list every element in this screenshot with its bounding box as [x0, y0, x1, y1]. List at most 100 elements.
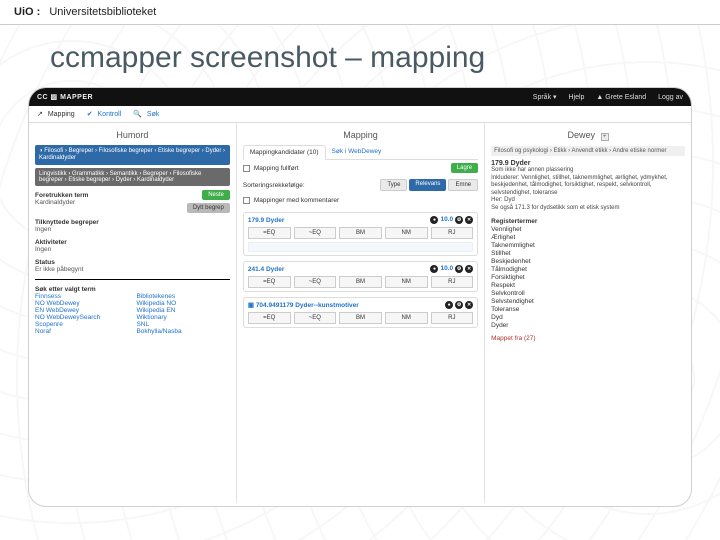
ext-link[interactable]: Wikipedia NO	[136, 300, 176, 307]
reg-term[interactable]: Respekt	[491, 281, 685, 289]
reg-term[interactable]: Taknemmlighet	[491, 241, 685, 249]
uio-brand: UiO :	[14, 6, 40, 18]
search-icon: 🔍	[133, 111, 142, 118]
gear-icon[interactable]: ⚙	[455, 216, 463, 224]
mapping-heading: Mapping	[243, 127, 478, 145]
rel-bm[interactable]: BM	[339, 227, 382, 239]
rel-aeq[interactable]: ~EQ	[294, 227, 337, 239]
dewey-heading: Dewey +	[491, 127, 685, 146]
sort-type[interactable]: Type	[380, 179, 407, 191]
rel-rj[interactable]: RJ	[431, 312, 474, 324]
tab-kontroll-label: Kontroll	[98, 111, 122, 118]
add-dewey-button[interactable]: +	[601, 133, 609, 141]
uio-dept: Universitetsbiblioteket	[49, 6, 156, 18]
sort-topic[interactable]: Emne	[448, 179, 478, 191]
reg-term[interactable]: Dyder	[491, 321, 685, 329]
reg-term[interactable]: Forsiktighet	[491, 273, 685, 281]
mapping-subtabs: Mappingkandidater (10) Søk i WebDewey	[243, 145, 478, 160]
tab-mapping[interactable]: ↗ Mapping	[37, 110, 75, 118]
rel-rj[interactable]: RJ	[431, 276, 474, 288]
ext-link[interactable]: Noraf	[35, 328, 51, 335]
subtab-candidates[interactable]: Mappingkandidater (10)	[243, 145, 326, 160]
ext-link[interactable]: Wikipedia EN	[136, 307, 175, 314]
rel-eq[interactable]: =EQ	[248, 276, 291, 288]
dewey-breadcrumb[interactable]: Filosofi og psykologi › Etikk › Anvendt …	[491, 146, 685, 156]
ext-link[interactable]: Finnsess	[35, 293, 61, 300]
card-note-field[interactable]	[248, 242, 473, 252]
card-title[interactable]: 241.4 Dyder	[248, 266, 285, 273]
main-tabs: ↗ Mapping ✔ Kontroll 🔍 Søk	[29, 106, 691, 123]
related-label: Tilknyttede begreper	[35, 219, 230, 226]
ext-link[interactable]: Scopenre	[35, 321, 63, 328]
reg-term[interactable]: Vennlighet	[491, 225, 685, 233]
dewey-note-includes: Inkluderer: Vennlighet, stillhet, taknem…	[491, 175, 685, 198]
gear-icon[interactable]: ⚙	[455, 301, 463, 309]
ext-link[interactable]: NO WebDeweySearch	[35, 314, 100, 321]
app-header: CC ▨ MAPPER Språk ▾ Hjelp ▲ Grete Esland…	[29, 88, 691, 106]
tab-sok-label: Søk	[147, 111, 159, 118]
ext-link[interactable]: Bibliotekenes	[136, 293, 175, 300]
rel-eq[interactable]: =EQ	[248, 312, 291, 324]
dewey-heading-label: Dewey	[568, 130, 596, 140]
reg-term[interactable]: Toleranse	[491, 305, 685, 313]
rel-nm[interactable]: NM	[385, 227, 428, 239]
comments-checkbox[interactable]	[243, 197, 250, 204]
dewey-note-here: Her: Dyd	[491, 197, 685, 205]
rel-rj[interactable]: RJ	[431, 227, 474, 239]
user-menu[interactable]: ▲ Grete Esland	[596, 94, 646, 101]
rel-eq[interactable]: =EQ	[248, 227, 291, 239]
logout-link[interactable]: Logg av	[658, 94, 683, 101]
close-icon[interactable]: ✕	[465, 265, 473, 273]
related-value: Ingen	[35, 226, 230, 233]
help-link[interactable]: Hjelp	[568, 94, 584, 101]
gear-icon[interactable]: ⚙	[455, 265, 463, 273]
reg-term[interactable]: Tålmodighet	[491, 265, 685, 273]
humord-heading: Humord	[35, 127, 230, 145]
rel-bm[interactable]: BM	[339, 276, 382, 288]
close-icon[interactable]: ✕	[465, 216, 473, 224]
push-term-button[interactable]: Dytt begrep	[187, 203, 230, 213]
tab-mapping-label: Mapping	[48, 111, 75, 118]
lang-menu[interactable]: Språk ▾	[533, 94, 557, 101]
ext-link[interactable]: SNL	[136, 321, 149, 328]
relevance-icon: ●	[430, 216, 438, 224]
slide-title: ccmapper screenshot – mapping	[0, 25, 720, 79]
mapped-from-link[interactable]: Mappet fra (27)	[491, 335, 535, 342]
humord-breadcrumb-1[interactable]: ◑ Filosofi › Begreper › Filosofiske begr…	[35, 145, 230, 165]
activities-label: Aktiviteter	[35, 239, 230, 246]
close-icon[interactable]: ✕	[465, 301, 473, 309]
subtab-search-dewey[interactable]: Søk i WebDewey	[326, 145, 388, 159]
card-title[interactable]: 179.9 Dyder	[248, 217, 285, 224]
reg-term[interactable]: Stillhet	[491, 249, 685, 257]
mapping-card: ▣ 704.9491179 Dyder--kunstmotiver ● ⚙ ✕ …	[243, 297, 478, 328]
humord-breadcrumb-2[interactable]: Lingvistikk › Grammatikk › Semantikk › B…	[35, 168, 230, 186]
ext-link[interactable]: NO WebDewey	[35, 300, 80, 307]
rel-bm[interactable]: BM	[339, 312, 382, 324]
next-button[interactable]: Neste	[202, 190, 230, 200]
ext-link[interactable]: Bokhylla/Nasba	[136, 328, 181, 335]
reg-term[interactable]: Selvstendighet	[491, 297, 685, 305]
col-humord: Humord ◑ Filosofi › Begreper › Filosofis…	[29, 123, 236, 503]
tab-sok[interactable]: 🔍 Søk	[133, 110, 159, 118]
mapping-card: 241.4 Dyder ● 10.0 ⚙ ✕ =EQ ~EQ BM NM RJ	[243, 261, 478, 292]
sort-relevance[interactable]: Relevans	[409, 179, 446, 191]
register-terms-label: Registertermer	[491, 218, 685, 225]
ext-link[interactable]: EN WebDewey	[35, 307, 79, 314]
rel-nm[interactable]: NM	[385, 276, 428, 288]
rel-aeq[interactable]: ~EQ	[294, 312, 337, 324]
reg-term[interactable]: Ærlighet	[491, 233, 685, 241]
card-title[interactable]: ▣ 704.9491179 Dyder--kunstmotiver	[248, 301, 359, 309]
tab-kontroll[interactable]: ✔ Kontroll	[87, 110, 122, 118]
relevance-icon: ●	[445, 301, 453, 309]
rel-nm[interactable]: NM	[385, 312, 428, 324]
col-dewey: Dewey + Filosofi og psykologi › Etikk › …	[484, 123, 691, 503]
uio-header: UiO : Universitetsbiblioteket	[0, 0, 720, 25]
reg-term[interactable]: Selvkontroll	[491, 289, 685, 297]
dewey-note-1: Som ikke har annen plassering	[491, 167, 685, 175]
ext-link[interactable]: Wiktionary	[136, 314, 166, 321]
reg-term[interactable]: Beskjedenhet	[491, 257, 685, 265]
rel-aeq[interactable]: ~EQ	[294, 276, 337, 288]
save-button[interactable]: Lagre	[451, 163, 478, 173]
mapping-done-checkbox[interactable]	[243, 165, 250, 172]
reg-term[interactable]: Dyd	[491, 313, 685, 321]
